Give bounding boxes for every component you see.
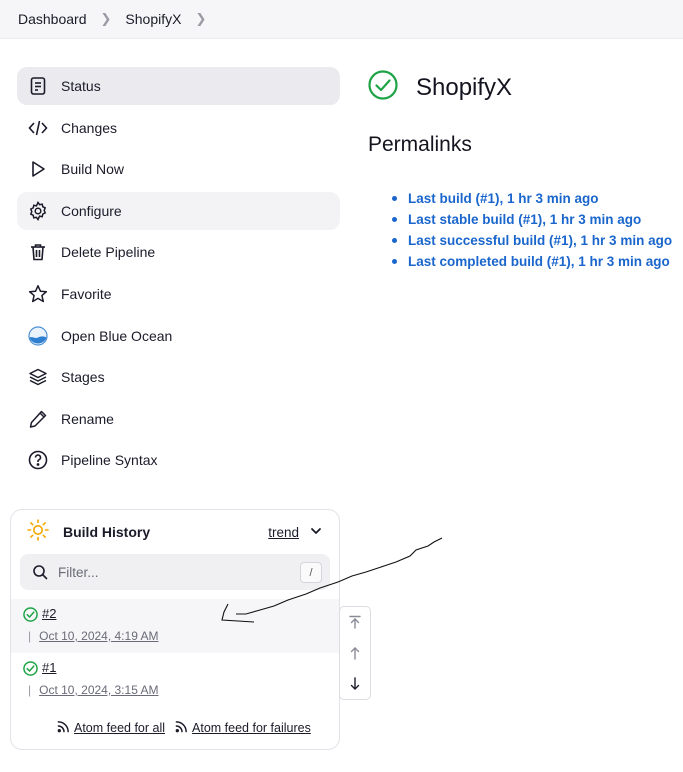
permalink-last-build[interactable]: Last build (#1), 1 hr 3 min ago <box>408 191 599 206</box>
build-number-link[interactable]: #2 <box>42 606 56 621</box>
build-row[interactable]: #1 | Oct 10, 2024, 3:15 AM <box>11 653 339 707</box>
build-timestamp: | Oct 10, 2024, 3:15 AM <box>28 683 159 697</box>
pencil-icon <box>27 408 49 430</box>
sidebar-item-label: Rename <box>61 410 114 427</box>
gear-icon <box>27 200 49 222</box>
breadcrumb-bar: Dashboard ❯ ShopifyX ❯ <box>0 0 683 39</box>
list-item: Last completed build (#1), 1 hr 3 min ag… <box>392 251 672 272</box>
atom-feed-failures-link[interactable]: Atom feed for failures <box>192 721 311 735</box>
search-icon <box>32 564 48 580</box>
sidebar-item-pipeline-syntax[interactable]: Pipeline Syntax <box>17 441 340 479</box>
sidebar-item-label: Changes <box>61 119 118 136</box>
bullet <box>392 196 397 201</box>
star-icon <box>27 283 49 305</box>
permalink-last-completed-build[interactable]: Last completed build (#1), 1 hr 3 min ag… <box>408 254 670 269</box>
sidebar-item-configure[interactable]: Configure <box>17 191 340 230</box>
build-timestamp: | Oct 10, 2024, 4:19 AM <box>28 629 159 643</box>
sidebar-item-rename[interactable]: Rename <box>17 400 340 438</box>
chevron-right-icon[interactable]: ❯ <box>195 11 206 27</box>
success-check-icon <box>368 70 398 105</box>
rss-icon <box>175 720 188 736</box>
trash-icon <box>27 241 49 263</box>
sidebar-item-label: Configure <box>61 202 122 219</box>
breadcrumb-shopifyx[interactable]: ShopifyX <box>125 11 181 27</box>
atom-feed-all-link[interactable]: Atom feed for all <box>74 721 165 735</box>
sidebar-item-label: Open Blue Ocean <box>61 327 173 344</box>
play-icon <box>27 158 49 180</box>
success-check-icon <box>23 661 38 681</box>
separator: | <box>28 683 32 697</box>
list-item: Last build (#1), 1 hr 3 min ago <box>392 188 672 209</box>
rss-icon <box>57 720 70 736</box>
permalink-last-successful-build[interactable]: Last successful build (#1), 1 hr 3 min a… <box>408 233 672 248</box>
sidebar-item-open-blue-ocean[interactable]: Open Blue Ocean <box>17 317 340 355</box>
list-item: Last successful build (#1), 1 hr 3 min a… <box>392 230 672 251</box>
permalinks-heading: Permalinks <box>368 133 472 156</box>
separator: | <box>28 629 32 643</box>
help-circle-icon <box>27 449 49 471</box>
list-item: Last stable build (#1), 1 hr 3 min ago <box>392 209 672 230</box>
code-icon <box>27 117 49 139</box>
build-timestamp-link[interactable]: Oct 10, 2024, 4:19 AM <box>39 629 158 643</box>
success-check-icon <box>23 607 38 627</box>
layers-icon <box>27 366 49 388</box>
sidebar-item-label: Delete Pipeline <box>61 244 156 261</box>
bullet <box>392 259 397 264</box>
sidebar-item-label: Status <box>61 78 101 94</box>
sidebar: Status Changes Build Now Configure Delet… <box>17 67 340 483</box>
sidebar-item-build-now[interactable]: Build Now <box>17 150 340 188</box>
build-timestamp-link[interactable]: Oct 10, 2024, 3:15 AM <box>39 683 158 697</box>
permalink-last-stable-build[interactable]: Last stable build (#1), 1 hr 3 min ago <box>408 212 641 227</box>
sun-icon <box>27 518 49 546</box>
sidebar-item-label: Build Now <box>61 161 125 178</box>
bullet <box>392 217 397 222</box>
sidebar-item-status[interactable]: Status <box>17 67 340 105</box>
scroll-down-icon[interactable] <box>343 672 367 696</box>
document-icon <box>27 75 49 97</box>
atom-feeds: Atom feed for all Atom feed for failures <box>57 720 321 736</box>
freehand-scribble <box>221 537 443 623</box>
page-title: ShopifyX <box>416 73 513 101</box>
chevron-right-icon: ❯ <box>100 11 112 26</box>
sidebar-item-label: Stages <box>61 369 105 386</box>
sidebar-item-label: Favorite <box>61 285 112 302</box>
permalinks-list: Last build (#1), 1 hr 3 min ago Last sta… <box>392 188 672 272</box>
build-number-link[interactable]: #1 <box>42 660 56 675</box>
bullet <box>392 238 397 243</box>
page-header: ShopifyX <box>368 70 512 105</box>
sidebar-item-label: Pipeline Syntax <box>61 452 158 469</box>
sidebar-item-delete-pipeline[interactable]: Delete Pipeline <box>17 233 340 271</box>
breadcrumb: Dashboard ❯ ShopifyX ❯ <box>18 11 220 27</box>
sidebar-item-favorite[interactable]: Favorite <box>17 275 340 313</box>
blue-ocean-icon <box>27 325 49 347</box>
scroll-up-icon[interactable] <box>343 641 367 665</box>
breadcrumb-dashboard[interactable]: Dashboard <box>18 11 87 27</box>
sidebar-item-stages[interactable]: Stages <box>17 358 340 396</box>
sidebar-item-changes[interactable]: Changes <box>17 109 340 147</box>
build-history-title: Build History <box>63 524 151 540</box>
